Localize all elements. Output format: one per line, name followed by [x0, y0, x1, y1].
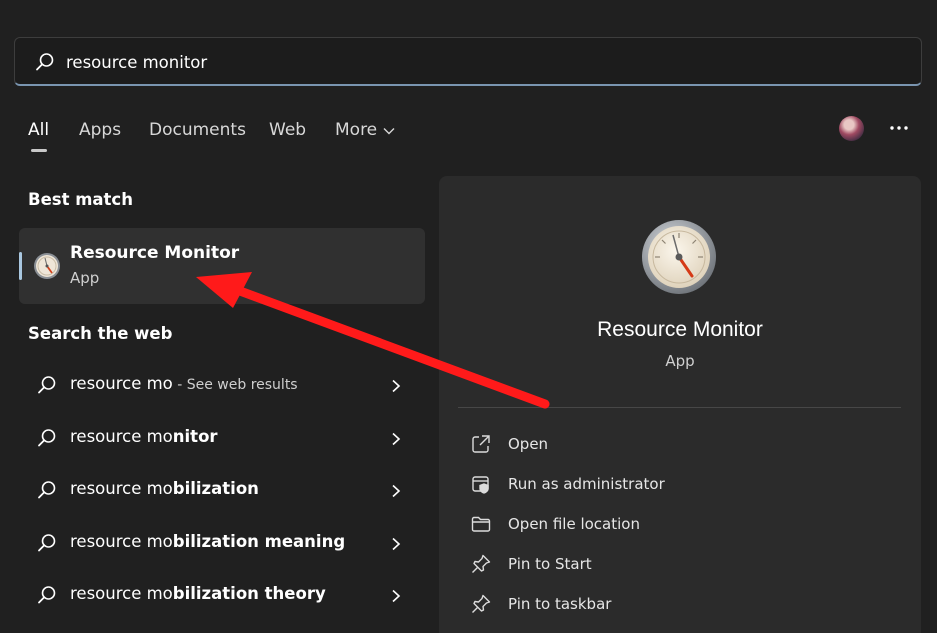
tab-documents[interactable]: Documents	[149, 120, 246, 140]
details-title: Resource Monitor	[597, 318, 763, 341]
search-icon	[35, 52, 55, 72]
action-pin-to-taskbar[interactable]: Pin to taskbar	[458, 584, 901, 624]
selection-indicator	[19, 252, 22, 280]
web-result-query: resource mo	[70, 532, 173, 551]
search-icon	[37, 533, 57, 553]
web-result-hint: - See web results	[172, 377, 298, 393]
search-input[interactable]	[66, 48, 866, 76]
action-label: Pin to taskbar	[508, 595, 612, 613]
action-pin-to-start[interactable]: Pin to Start	[458, 544, 901, 584]
divider	[458, 407, 901, 408]
action-label: Pin to Start	[508, 555, 592, 573]
web-result-item[interactable]: resource mobilization theory	[19, 571, 425, 619]
folder-icon	[470, 513, 492, 535]
web-result-query: resource mo	[70, 584, 173, 603]
chevron-right-icon	[390, 588, 402, 603]
best-match-subtitle: App	[70, 269, 100, 287]
chevron-right-icon	[390, 483, 402, 498]
chevron-right-icon	[390, 378, 402, 393]
web-result-completion: bilization meaning	[172, 532, 346, 551]
web-result-item[interactable]: resource mobilization meaning	[19, 519, 425, 567]
chevron-right-icon	[390, 536, 402, 551]
web-result-completion: nitor	[172, 427, 218, 446]
action-open-file-location[interactable]: Open file location	[458, 504, 901, 544]
best-match-title: Resource Monitor	[70, 243, 240, 263]
resource-monitor-app-icon	[33, 252, 61, 280]
more-options-icon[interactable]	[888, 118, 910, 138]
search-icon	[37, 375, 57, 395]
web-result-item[interactable]: resource monitor	[19, 414, 425, 462]
active-tab-indicator	[31, 149, 47, 152]
web-result-item[interactable]: resource mo - See web results	[19, 361, 425, 409]
shield-admin-icon	[470, 473, 492, 495]
search-box[interactable]	[14, 37, 922, 86]
chevron-right-icon	[390, 431, 402, 446]
search-icon	[37, 480, 57, 500]
action-open[interactable]: Open	[458, 424, 901, 464]
details-subtitle: App	[665, 352, 695, 370]
resource-monitor-app-icon	[640, 218, 718, 296]
web-result-query: resource mo	[70, 479, 173, 498]
search-web-heading: Search the web	[28, 324, 173, 343]
web-result-completion: bilization theory	[172, 584, 326, 603]
tab-apps[interactable]: Apps	[79, 120, 121, 140]
best-match-result[interactable]	[19, 228, 425, 304]
search-icon	[37, 428, 57, 448]
filter-tabs: All Apps Documents Web More	[0, 113, 937, 153]
tab-more[interactable]: More	[335, 120, 395, 140]
action-label: Open file location	[508, 515, 640, 533]
web-result-completion: bilization	[172, 479, 259, 498]
avatar[interactable]	[839, 116, 864, 141]
tab-all[interactable]: All	[28, 120, 49, 140]
best-match-heading: Best match	[28, 190, 133, 209]
chevron-down-icon	[383, 120, 395, 140]
action-label: Run as administrator	[508, 475, 665, 493]
search-icon	[37, 585, 57, 605]
pin-icon	[470, 553, 492, 575]
web-result-query: resource mo	[70, 374, 173, 393]
web-result-query: resource mo	[70, 427, 173, 446]
action-run-as-administrator[interactable]: Run as administrator	[458, 464, 901, 504]
tab-more-label: More	[335, 120, 378, 140]
web-result-item[interactable]: resource mobilization	[19, 466, 425, 514]
action-label: Open	[508, 435, 549, 453]
open-external-icon	[470, 433, 492, 455]
pin-icon	[470, 593, 492, 615]
tab-web[interactable]: Web	[269, 120, 306, 140]
